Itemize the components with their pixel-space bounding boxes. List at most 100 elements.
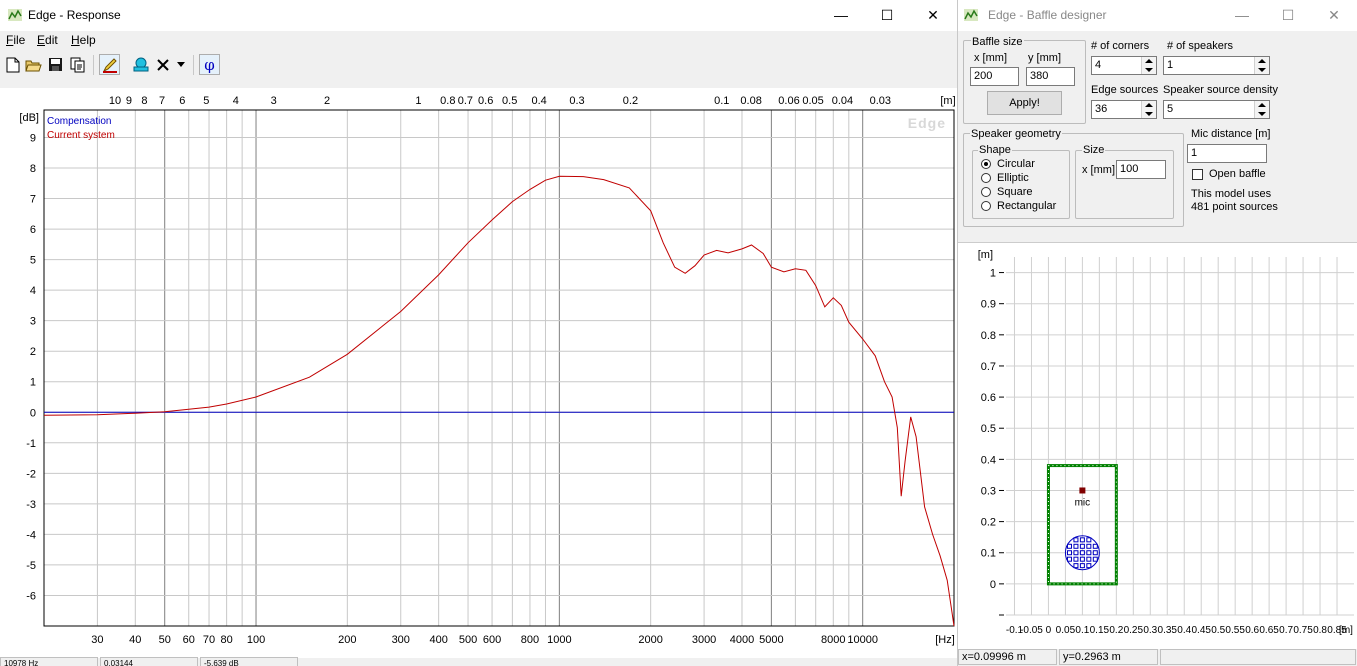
copy-icon[interactable] <box>67 54 88 75</box>
speaker-density-spinner[interactable]: 5 <box>1163 100 1270 119</box>
x-tick-label: 70 <box>203 634 215 646</box>
open-folder-icon[interactable] <box>23 54 44 75</box>
dropdown-arrow-icon[interactable] <box>174 54 188 75</box>
status-x-coordinate: x=0.09996 m <box>958 649 1057 665</box>
stamp-icon[interactable] <box>130 54 151 75</box>
speaker-point-source <box>1086 537 1092 543</box>
edge-sources-spinner[interactable]: 36 <box>1091 100 1157 119</box>
status-level: -5.639 dB <box>200 657 298 666</box>
x-tick-label: 0 <box>1046 625 1052 636</box>
toolbar: φ <box>0 52 957 80</box>
new-file-icon[interactable] <box>2 54 23 75</box>
maximize-button[interactable]: ☐ <box>1265 0 1311 31</box>
speaker-density-label: Speaker source density <box>1163 84 1278 96</box>
speaker-point-source <box>1079 563 1085 569</box>
shape-circular-label: Circular <box>997 158 1035 170</box>
shape-rectangular-label: Rectangular <box>997 200 1057 212</box>
top-tick-label: 7 <box>159 95 165 107</box>
y-tick-label: 0 <box>990 579 996 591</box>
corners-label: # of corners <box>1091 40 1150 52</box>
edge-app-icon <box>8 9 22 21</box>
shape-elliptic-label: Elliptic <box>997 172 1029 184</box>
close-button[interactable]: ✕ <box>910 0 956 31</box>
top-tick-label: 9 <box>126 95 132 107</box>
open-baffle-checkbox[interactable] <box>1192 169 1203 180</box>
response-status-bar: 10978 Hz 0.03144 -5.639 dB <box>0 657 957 666</box>
baffle-titlebar[interactable]: Edge - Baffle designer — ☐ ✕ <box>958 0 1357 31</box>
menu-file[interactable]: File <box>6 33 25 47</box>
mic-marker <box>1079 487 1086 494</box>
x-tick-label: 100 <box>247 634 265 646</box>
menu-help[interactable]: Help <box>71 33 96 47</box>
speaker-geometry-label: Speaker geometry <box>970 128 1062 140</box>
shape-rectangular-radio[interactable] <box>981 201 991 211</box>
response-window-title: Edge - Response <box>28 8 121 22</box>
minimize-button[interactable]: — <box>1219 0 1265 31</box>
baffle-geometry-svg: 10.90.80.70.60.50.40.30.20.10[m]-0.1-0.0… <box>978 249 1354 636</box>
size-label: Size <box>1082 144 1106 156</box>
x-tick-label: 0.7 <box>1279 625 1293 636</box>
x-tick-label: 3000 <box>692 634 716 646</box>
speaker-point-source <box>1086 543 1092 549</box>
top-tick-label: 0.5 <box>502 95 517 107</box>
speaker-point-source <box>1092 543 1098 549</box>
top-tick-label: 0.6 <box>478 95 493 107</box>
mic-distance-input[interactable]: 1 <box>1187 144 1267 163</box>
x-tick-label: 5000 <box>759 634 783 646</box>
shape-square-radio[interactable] <box>981 187 991 197</box>
speaker-point-source <box>1086 563 1092 569</box>
phase-phi-icon[interactable]: φ <box>199 54 220 75</box>
x-tick-label: 2000 <box>638 634 662 646</box>
corners-spinner[interactable]: 4 <box>1091 56 1157 75</box>
shape-label: Shape <box>978 144 1012 156</box>
speaker-point-source <box>1079 550 1085 556</box>
y-tick-label: 6 <box>30 224 36 236</box>
top-tick-label: 0.2 <box>623 95 638 107</box>
baffle-window-title: Edge - Baffle designer <box>988 8 1107 22</box>
baffle-x-input[interactable]: 200 <box>970 67 1019 86</box>
top-tick-label: 0.03 <box>870 95 891 107</box>
edge-sources-label: Edge sources <box>1091 84 1159 96</box>
plot-frame <box>43 109 955 627</box>
apply-button[interactable]: Apply! <box>987 91 1062 115</box>
baffle-size-label: Baffle size <box>971 36 1024 48</box>
x-tick-label: 80 <box>220 634 232 646</box>
x-tick-label: 0.8 <box>1313 625 1327 636</box>
x-tick-label: 1000 <box>547 634 571 646</box>
baffle-geometry-plot[interactable]: 1 0.9 0.8 0.7 0.6 0.5 0.4 0.3 0.2 0.1 0 [m] -0.1 -0.0… <box>958 242 1357 649</box>
pencil-icon[interactable] <box>99 54 120 75</box>
x-tick-label: 8000 <box>821 634 845 646</box>
x-tick-label: 800 <box>521 634 539 646</box>
speaker-point-source <box>1066 543 1072 549</box>
x-tick-label: 4000 <box>730 634 754 646</box>
shape-elliptic-radio[interactable] <box>981 173 991 183</box>
shape-circular-radio[interactable] <box>981 159 991 169</box>
size-x-input[interactable]: 100 <box>1116 160 1166 179</box>
x-axis-unit: [m] <box>1339 625 1353 636</box>
menu-bar: File Edit Help <box>0 31 957 50</box>
response-titlebar[interactable]: Edge - Response — ☐ ✕ <box>0 0 957 31</box>
menu-edit[interactable]: Edit <box>37 33 58 47</box>
x-tick-label: 0.2 <box>1109 625 1123 636</box>
x-tick-label: 0.4 <box>1177 625 1191 636</box>
y-tick-label: -1 <box>26 438 36 450</box>
x-tick-label: 50 <box>159 634 171 646</box>
baffle-y-input[interactable]: 380 <box>1026 67 1075 86</box>
speakers-spinner[interactable]: 1 <box>1163 56 1270 75</box>
x-tick-label: 0.65 <box>1259 625 1279 636</box>
response-plot[interactable]: 9 8 7 6 5 4 3 2 1 0 -1 -2 -3 -4 -5 -6 [dB] 30 40 50 60 70 80 10… <box>0 88 957 658</box>
close-button[interactable]: ✕ <box>1311 0 1357 31</box>
legend-compensation: Compensation <box>47 116 111 127</box>
minimize-button[interactable]: — <box>818 0 864 31</box>
speaker-point-source <box>1086 556 1092 562</box>
delete-x-icon[interactable] <box>152 54 173 75</box>
top-tick-label: 1 <box>415 95 421 107</box>
status-frequency: 10978 Hz <box>0 657 98 666</box>
top-tick-label: 6 <box>179 95 185 107</box>
save-icon[interactable] <box>45 54 66 75</box>
maximize-button[interactable]: ☐ <box>864 0 910 31</box>
y-tick-label: -2 <box>26 468 36 480</box>
y-axis-unit: [m] <box>978 249 993 261</box>
x-tick-label: 60 <box>183 634 195 646</box>
speaker-point-source <box>1073 556 1079 562</box>
